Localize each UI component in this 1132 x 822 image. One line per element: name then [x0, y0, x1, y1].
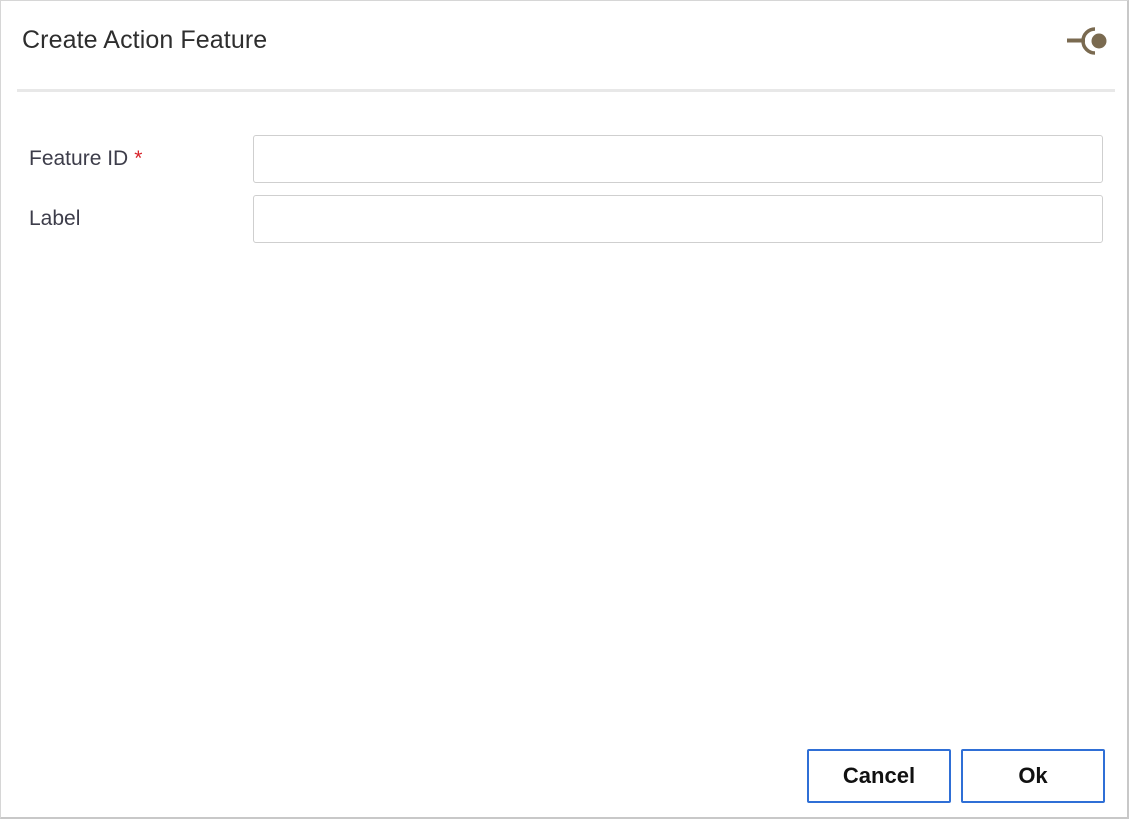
label-field-label: Label: [29, 207, 81, 230]
feature-id-label-text: Feature ID: [29, 147, 129, 170]
create-action-feature-dialog: Create Action Feature Feature ID * Label …: [0, 0, 1129, 819]
feature-id-row: Feature ID *: [1, 135, 1127, 183]
label-row: Label: [1, 195, 1127, 243]
ok-button[interactable]: Ok: [961, 749, 1105, 803]
dialog-header: Create Action Feature: [1, 1, 1127, 91]
action-feature-icon: [1065, 27, 1111, 55]
required-marker: *: [134, 147, 143, 170]
feature-id-label: Feature ID *: [29, 145, 142, 173]
header-divider: [17, 89, 1115, 92]
feature-id-input[interactable]: [253, 135, 1103, 183]
label-input[interactable]: [253, 195, 1103, 243]
cancel-button[interactable]: Cancel: [807, 749, 951, 803]
dialog-title: Create Action Feature: [22, 26, 268, 54]
